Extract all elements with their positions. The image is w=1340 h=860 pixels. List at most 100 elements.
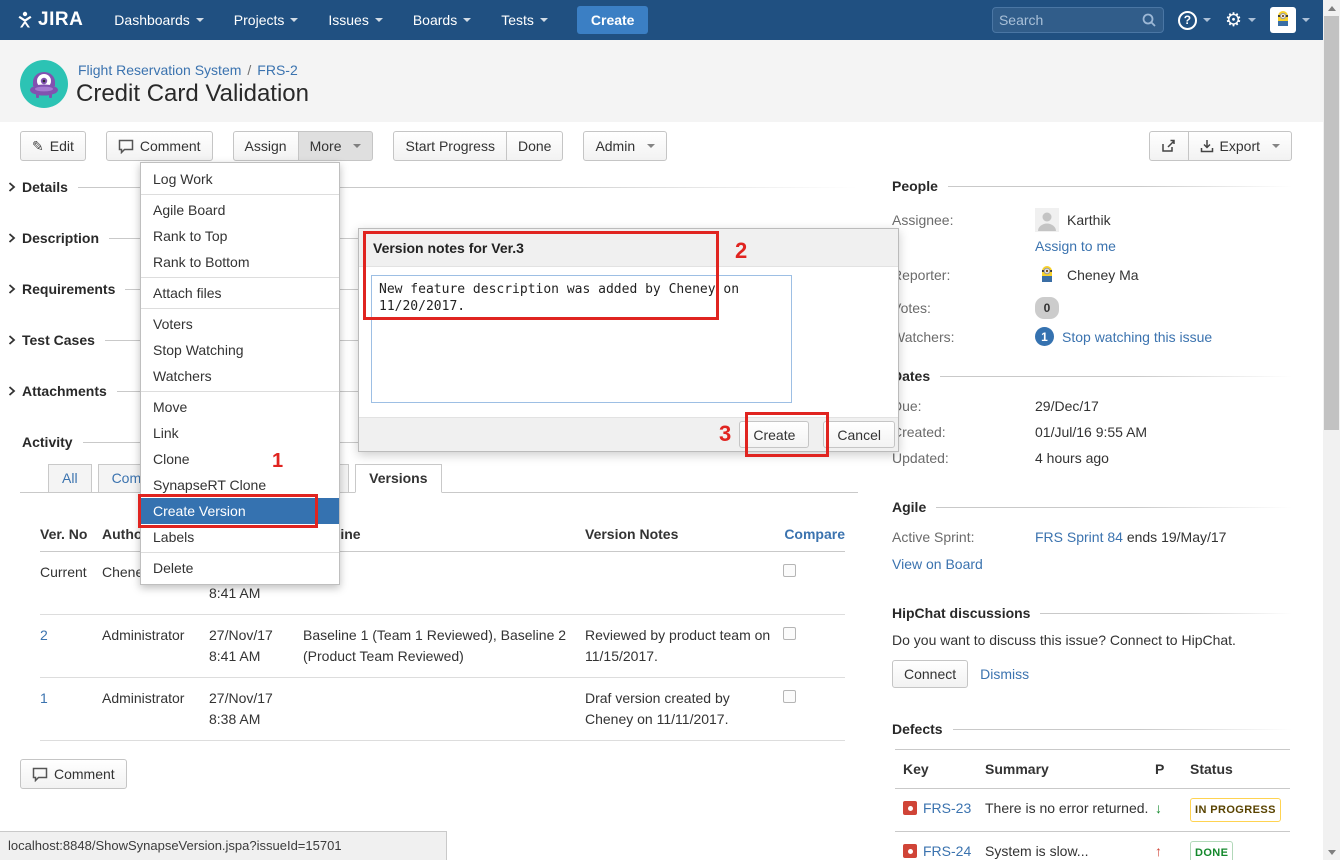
connect-button[interactable]: Connect: [892, 660, 968, 688]
settings-menu[interactable]: ⚙: [1225, 11, 1256, 30]
menu-item-watchers[interactable]: Watchers: [141, 363, 339, 389]
version-notes-textarea[interactable]: New feature description was added by Che…: [371, 275, 792, 403]
chevron-down-icon: [647, 144, 655, 148]
speech-bubble-icon: [118, 139, 134, 154]
created-label: Created:: [892, 423, 1035, 441]
author-cell: Administrator: [102, 625, 197, 646]
scroll-up-button[interactable]: [1323, 0, 1340, 16]
comment-button[interactable]: Comment: [106, 131, 213, 161]
nav-tests[interactable]: Tests: [490, 0, 559, 40]
active-sprint-row: Active Sprint: FRS Sprint 84 ends 19/May…: [880, 528, 1292, 546]
chevron-down-icon: [196, 18, 204, 22]
search-input[interactable]: [999, 12, 1141, 28]
compare-checkbox[interactable]: [783, 564, 796, 577]
nav-issues[interactable]: Issues: [317, 0, 393, 40]
share-button[interactable]: [1149, 131, 1189, 161]
section-details[interactable]: Details: [8, 177, 858, 197]
workflow-group: Start Progress Done: [393, 131, 563, 161]
breadcrumb-issue-link[interactable]: FRS-2: [257, 62, 297, 78]
watchers-label: Watchers:: [892, 328, 1035, 346]
nav-projects[interactable]: Projects: [223, 0, 310, 40]
jira-logo-text: JIRA: [38, 9, 83, 31]
assign-button[interactable]: Assign: [233, 131, 299, 161]
menu-item-log-work[interactable]: Log Work: [141, 166, 339, 192]
nav-boards[interactable]: Boards: [402, 0, 482, 40]
more-dropdown-menu: Log Work Agile Board Rank to Top Rank to…: [140, 162, 340, 585]
create-issue-button[interactable]: Create: [577, 6, 649, 34]
scrollbar-thumb[interactable]: [1324, 16, 1339, 430]
tab-versions[interactable]: Versions: [355, 464, 441, 493]
menu-item-agile-board[interactable]: Agile Board: [141, 197, 339, 223]
compare-checkbox[interactable]: [783, 627, 796, 640]
col-header-priority: P: [1155, 759, 1190, 779]
menu-item-stop-watching[interactable]: Stop Watching: [141, 337, 339, 363]
votes-badge[interactable]: 0: [1035, 297, 1059, 319]
defect-row: FRS-24 System is slow... ↑ DONE: [895, 832, 1290, 860]
scroll-down-button[interactable]: [1323, 844, 1340, 860]
chevron-right-icon: [8, 386, 16, 396]
top-nav: JIRA Dashboards Projects Issues Boards T…: [0, 0, 1340, 40]
menu-item-labels[interactable]: Labels: [141, 524, 339, 550]
done-button[interactable]: Done: [506, 131, 563, 161]
watchers-badge[interactable]: 1: [1035, 327, 1054, 346]
more-button[interactable]: More: [298, 131, 374, 161]
defect-key-link[interactable]: FRS-23: [923, 798, 971, 818]
user-menu[interactable]: [1270, 7, 1310, 33]
menu-item-rank-to-top[interactable]: Rank to Top: [141, 223, 339, 249]
question-circle-icon: ?: [1178, 11, 1197, 30]
dialog-create-button[interactable]: Create: [739, 421, 809, 448]
col-header-summary: Summary: [985, 759, 1155, 779]
add-comment-button[interactable]: Comment: [20, 759, 127, 789]
bug-icon: [903, 801, 917, 815]
nav-dashboards[interactable]: Dashboards: [103, 0, 215, 40]
admin-button[interactable]: Admin: [583, 131, 667, 161]
export-button[interactable]: Export: [1188, 131, 1292, 161]
nav-left: JIRA Dashboards Projects Issues Boards T…: [0, 0, 648, 40]
start-progress-button[interactable]: Start Progress: [393, 131, 506, 161]
version-notes-dialog: Version notes for Ver.3 New feature desc…: [358, 228, 899, 452]
status-badge: DONE: [1190, 841, 1233, 860]
jira-logo[interactable]: JIRA: [16, 9, 83, 31]
chevron-down-icon: [1272, 144, 1280, 148]
triangle-down-icon: [1328, 850, 1336, 855]
date-cell: 27/Nov/178:41 AM: [197, 625, 285, 667]
compare-checkbox[interactable]: [783, 690, 796, 703]
menu-item-create-version[interactable]: Create Version: [141, 498, 339, 524]
assign-to-me-link[interactable]: Assign to me: [1035, 238, 1116, 254]
divider: [141, 308, 339, 309]
chevron-right-icon: [8, 233, 16, 243]
nav-right: ? ⚙: [992, 7, 1340, 33]
chevron-down-icon: [540, 18, 548, 22]
dismiss-link[interactable]: Dismiss: [980, 666, 1029, 682]
vertical-scrollbar[interactable]: [1323, 0, 1340, 860]
due-value: 29/Dec/17: [1035, 397, 1099, 415]
sprint-ends-text: ends 19/May/17: [1123, 529, 1227, 545]
col-header-version-notes: Version Notes: [585, 524, 775, 545]
menu-item-rank-to-bottom[interactable]: Rank to Bottom: [141, 249, 339, 275]
hipchat-actions: Connect Dismiss: [892, 660, 1292, 688]
menu-item-delete[interactable]: Delete: [141, 555, 339, 581]
assignee-name: Karthik: [1067, 211, 1111, 229]
menu-item-clone[interactable]: Clone: [141, 446, 339, 472]
tab-all[interactable]: All: [48, 464, 92, 493]
version-link[interactable]: 2: [40, 627, 48, 643]
breadcrumb-separator: /: [247, 62, 251, 78]
divider: [953, 729, 1292, 730]
menu-item-link[interactable]: Link: [141, 420, 339, 446]
menu-item-attach-files[interactable]: Attach files: [141, 280, 339, 306]
menu-item-synapsert-clone[interactable]: SynapseRT Clone: [141, 472, 339, 498]
sprint-link[interactable]: FRS Sprint 84: [1035, 529, 1123, 545]
help-menu[interactable]: ?: [1178, 11, 1211, 30]
menu-item-voters[interactable]: Voters: [141, 311, 339, 337]
triangle-up-icon: [1328, 6, 1336, 11]
menu-item-move[interactable]: Move: [141, 394, 339, 420]
version-link[interactable]: 1: [40, 690, 48, 706]
view-on-board-link[interactable]: View on Board: [892, 556, 983, 572]
defect-key-link[interactable]: FRS-24: [923, 841, 971, 860]
dialog-cancel-button[interactable]: Cancel: [823, 421, 895, 448]
breadcrumb-project-link[interactable]: Flight Reservation System: [78, 62, 241, 78]
compare-link[interactable]: Compare: [775, 524, 845, 545]
agile-section: Agile Active Sprint: FRS Sprint 84 ends …: [880, 497, 1292, 572]
stop-watching-link[interactable]: Stop watching this issue: [1062, 328, 1212, 346]
edit-button[interactable]: ✎ Edit: [20, 131, 86, 161]
